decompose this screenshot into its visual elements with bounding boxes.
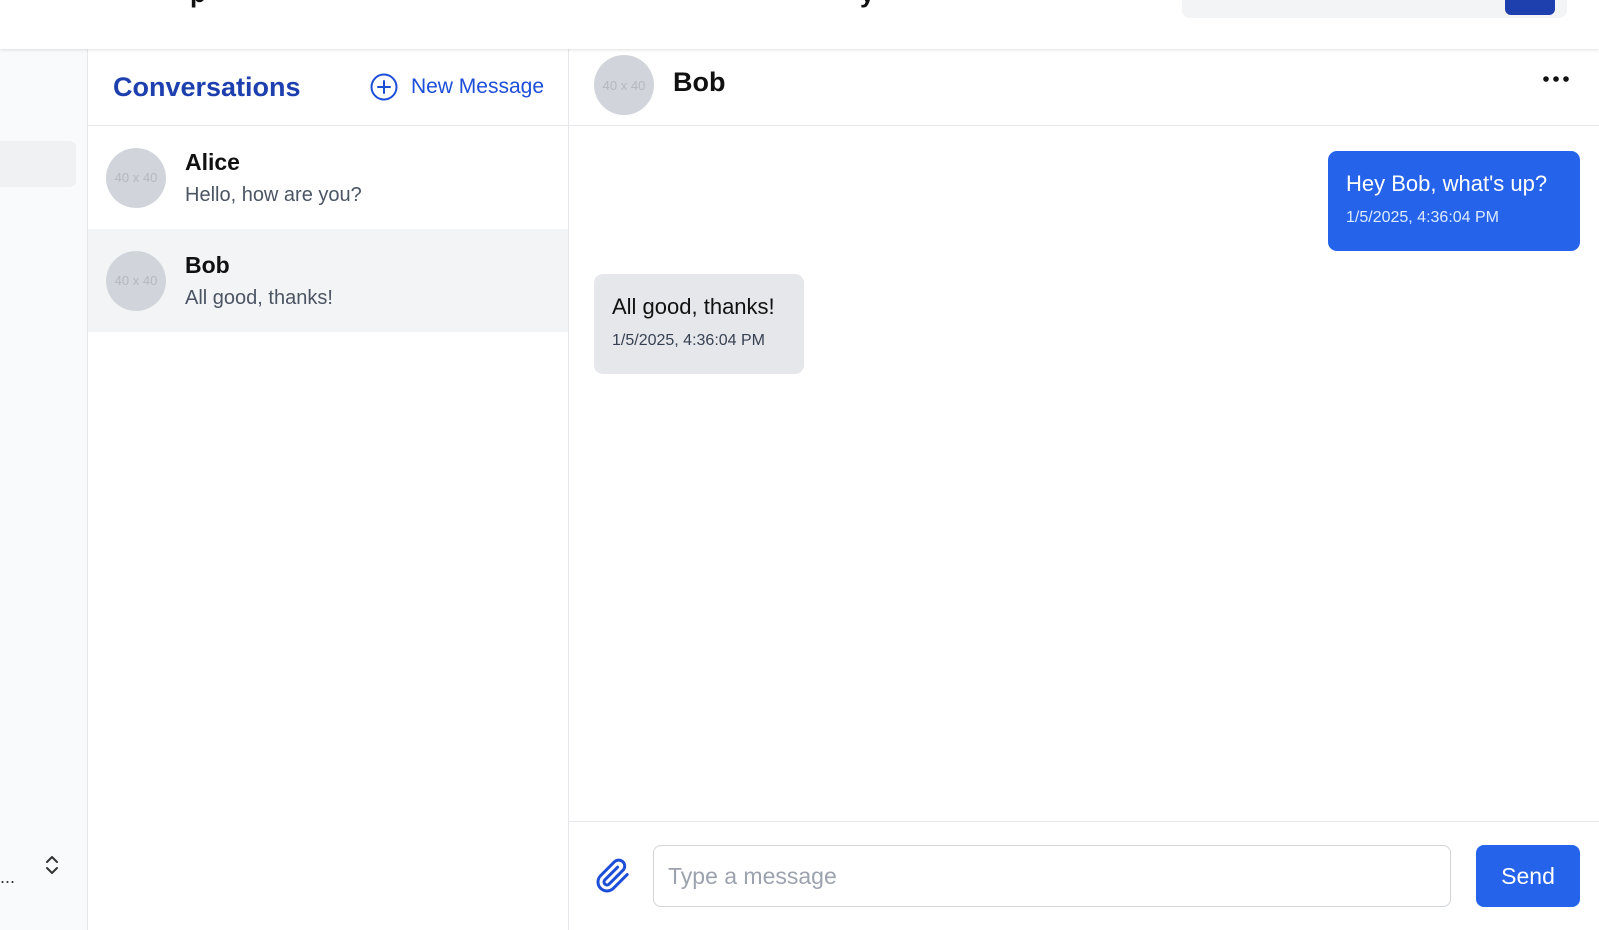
conversation-name: Bob <box>185 251 230 278</box>
top-bar: p y <box>0 0 1599 49</box>
conversation-preview: Hello, how are you? <box>185 183 362 206</box>
more-horizontal-icon[interactable] <box>1541 69 1571 89</box>
message-list: Hey Bob, what's up? 1/5/2025, 4:36:04 PM… <box>569 126 1599 887</box>
avatar: 40 x 40 <box>106 250 166 311</box>
message-incoming: All good, thanks! 1/5/2025, 4:36:04 PM <box>594 274 804 374</box>
conversation-name: Alice <box>185 148 240 175</box>
search-button[interactable] <box>1505 0 1555 15</box>
nav-item-active[interactable] <box>0 141 76 187</box>
chat-header: 40 x 40 Bob <box>569 49 1599 126</box>
conversation-item-alice[interactable]: 40 x 40 Alice Hello, how are you? <box>88 126 568 229</box>
new-message-label: New Message <box>410 75 544 98</box>
conversation-info: Alice Hello, how are you? <box>185 149 362 207</box>
message-timestamp: 1/5/2025, 4:36:04 PM <box>612 332 765 349</box>
message-text: All good, thanks! <box>612 294 775 319</box>
conversations-title: Conversations <box>113 71 301 102</box>
top-bar-text-fragment: y <box>860 0 874 9</box>
message-composer: Send <box>569 821 1599 930</box>
send-button[interactable]: Send <box>1476 845 1580 907</box>
left-nav: ... <box>0 49 88 930</box>
paperclip-icon[interactable] <box>595 858 631 894</box>
message-input[interactable] <box>653 845 1451 907</box>
conversation-preview: All good, thanks! <box>185 286 333 309</box>
conversation-item-bob[interactable]: 40 x 40 Bob All good, thanks! <box>88 229 568 332</box>
message-timestamp: 1/5/2025, 4:36:04 PM <box>1346 209 1499 226</box>
chevron-up-down-icon[interactable] <box>42 853 62 877</box>
nav-truncated-label: ... <box>0 867 16 887</box>
contact-name: Bob <box>673 67 726 97</box>
new-message-button[interactable]: New Message <box>369 72 544 102</box>
top-bar-text-fragment: p <box>190 0 206 9</box>
message-outgoing: Hey Bob, what's up? 1/5/2025, 4:36:04 PM <box>1328 151 1580 251</box>
conversation-info: Bob All good, thanks! <box>185 252 333 310</box>
conversations-header: Conversations New Message <box>88 49 568 126</box>
message-text: Hey Bob, what's up? <box>1346 171 1548 196</box>
contact-avatar: 40 x 40 <box>594 55 654 115</box>
plus-circle-icon <box>370 73 398 101</box>
avatar: 40 x 40 <box>106 147 166 208</box>
chat-panel: 40 x 40 Bob Hey Bob, what's up? 1/5/2025… <box>569 49 1599 930</box>
global-search-field[interactable] <box>1182 0 1567 18</box>
conversations-panel: Conversations New Message 40 x 40 Alice … <box>88 49 569 930</box>
